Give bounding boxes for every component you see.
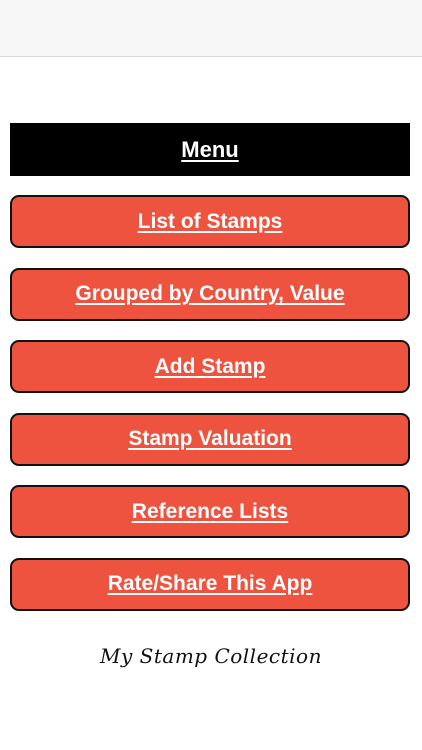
rate-share-app-button[interactable]: Rate/Share This App xyxy=(10,557,410,611)
stamp-valuation-button[interactable]: Stamp Valuation xyxy=(10,412,410,466)
reference-lists-label: Reference Lists xyxy=(131,499,289,523)
grouped-by-country-value-label: Grouped by Country, Value xyxy=(75,282,345,305)
add-stamp-button[interactable]: Add Stamp xyxy=(10,340,410,393)
menu-button-list: List of Stamps Grouped by Country, Value… xyxy=(10,195,410,630)
reference-lists-button[interactable]: Reference Lists xyxy=(10,485,410,538)
menu-header: Menu xyxy=(10,123,410,176)
app-title: My Stamp Collection xyxy=(100,644,322,668)
list-of-stamps-button[interactable]: List of Stamps xyxy=(10,195,410,248)
add-stamp-label: Add Stamp xyxy=(154,354,266,378)
stamp-valuation-label: Stamp Valuation xyxy=(128,427,292,450)
list-of-stamps-label: List of Stamps xyxy=(137,209,283,233)
grouped-by-country-value-button[interactable]: Grouped by Country, Value xyxy=(10,267,410,321)
top-navigation-bar xyxy=(0,0,422,57)
menu-header-label: Menu xyxy=(181,136,239,162)
rate-share-app-label: Rate/Share This App xyxy=(107,572,313,595)
